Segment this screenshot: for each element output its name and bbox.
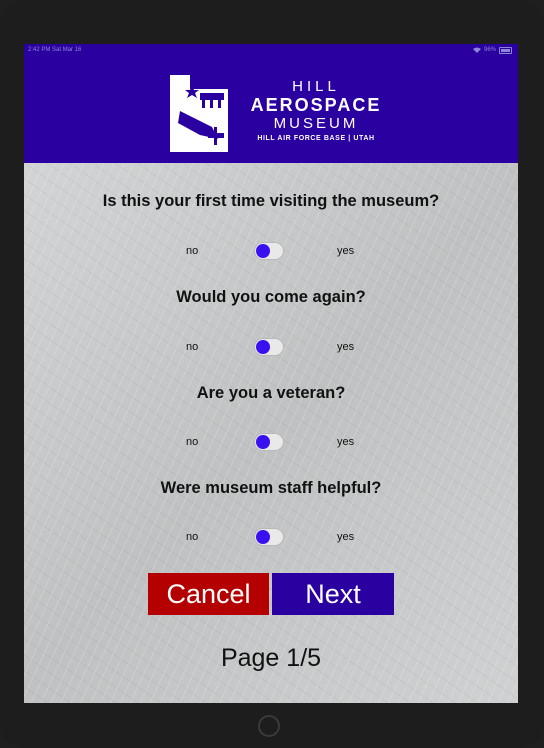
option-yes-label: yes (337, 245, 355, 257)
plane-silhouette-logo (170, 75, 228, 152)
come-again-toggle[interactable] (254, 338, 284, 356)
survey-content: Is this your first time visiting the mus… (24, 163, 518, 703)
next-button[interactable]: Next (272, 573, 394, 615)
ipad-frame: HILL AEROSPACE MUSEUM HILL AIR FORCE BAS… (0, 0, 544, 748)
option-no-label: no (186, 245, 199, 257)
home-button[interactable] (258, 715, 280, 737)
logo-line-aerospace: AEROSPACE (250, 95, 382, 115)
option-no-label: no (186, 341, 199, 353)
page-indicator: Page 1/5 (220, 644, 322, 672)
header-banner: HILL AEROSPACE MUSEUM HILL AIR FORCE BAS… (24, 44, 518, 163)
status-right: 96% (472, 44, 512, 56)
question-first-visit: Is this your first time visiting the mus… (102, 192, 440, 210)
status-time: 2:42 PM (28, 47, 51, 53)
option-yes-label: yes (337, 436, 355, 448)
toggle-knob (256, 244, 270, 258)
staff-helpful-toggle[interactable] (254, 528, 284, 546)
status-bar: 2:42 PM Sat Mar 16 96% (24, 44, 518, 56)
screen: HILL AEROSPACE MUSEUM HILL AIR FORCE BAS… (24, 44, 518, 703)
toggle-knob (256, 340, 270, 354)
option-yes-label: yes (337, 341, 355, 353)
question-staff-helpful: Were museum staff helpful? (160, 479, 382, 497)
cancel-button[interactable]: Cancel (148, 573, 269, 615)
logo-text: HILL AEROSPACE MUSEUM HILL AIR FORCE BAS… (246, 78, 386, 144)
status-time-date: 2:42 PM Sat Mar 16 (28, 44, 81, 56)
logo-line-museum: MUSEUM (273, 115, 359, 132)
status-date: Sat Mar 16 (52, 47, 82, 53)
first-visit-toggle[interactable] (254, 242, 284, 260)
wifi-icon (472, 47, 481, 53)
battery-icon (499, 46, 512, 54)
toggle-knob (256, 530, 270, 544)
question-veteran: Are you a veteran? (196, 384, 346, 402)
question-come-again: Would you come again? (176, 288, 366, 306)
option-no-label: no (186, 531, 199, 543)
veteran-toggle[interactable] (254, 433, 284, 451)
logo-line-hill: HILL (292, 78, 340, 95)
battery-percent: 96% (483, 47, 496, 53)
option-yes-label: yes (337, 531, 355, 543)
toggle-knob (256, 435, 270, 449)
logo-line-location: HILL AIR FORCE BASE | UTAH (257, 135, 375, 142)
option-no-label: no (186, 436, 199, 448)
